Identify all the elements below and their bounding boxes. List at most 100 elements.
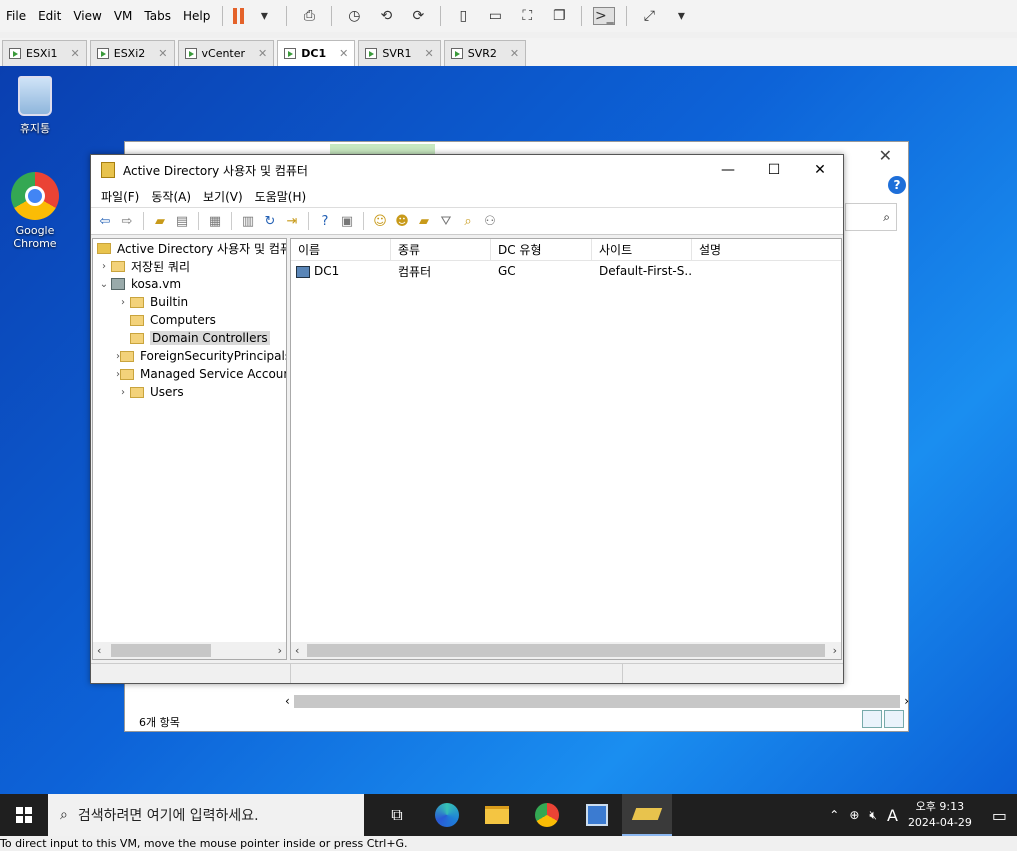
filter-icon[interactable]: ⛛ [436, 211, 456, 231]
find-icon[interactable]: ⌕ [458, 211, 478, 231]
tree-item-domain-controllers[interactable]: Domain Controllers [93, 329, 286, 347]
close-icon[interactable]: ✕ [510, 47, 519, 60]
notification-icon[interactable]: ▭ [992, 806, 1007, 825]
add-to-group-icon[interactable]: ⚇ [480, 211, 500, 231]
search-icon[interactable]: ⌕ [845, 203, 897, 231]
chevron-down-icon[interactable]: ⌄ [97, 279, 111, 290]
tree-horizontal-scrollbar[interactable]: ‹ › [93, 642, 286, 659]
file-explorer-icon[interactable] [472, 794, 522, 836]
network-icon[interactable]: ⊕ [849, 808, 859, 822]
snapshot-manager-icon[interactable]: ⟳ [407, 7, 429, 25]
new-group-icon[interactable]: ☻ [392, 211, 412, 231]
tree-item-foreignsecurityprincipals[interactable]: › ForeignSecurityPrincipals [93, 347, 286, 365]
scroll-left-icon[interactable]: ‹ [285, 694, 290, 708]
close-icon[interactable]: ✕ [879, 146, 892, 165]
fit-guest-icon[interactable]: ⛶ [516, 7, 538, 25]
minimize-icon[interactable]: — [705, 162, 751, 178]
chevron-up-icon[interactable]: ⌃ [829, 808, 839, 822]
ime-indicator[interactable]: A [887, 806, 898, 825]
ad-users-computers-taskbar-icon[interactable] [622, 794, 672, 836]
tab-esxi2[interactable]: ESXi2 ✕ [89, 40, 175, 66]
list-horizontal-scrollbar[interactable]: ‹ › [291, 642, 841, 659]
menu-help[interactable]: Help [177, 9, 216, 23]
chevron-right-icon[interactable]: › [116, 297, 130, 308]
tab-dc1[interactable]: DC1 ✕ [277, 40, 356, 66]
edge-icon[interactable] [422, 794, 472, 836]
scroll-right-icon[interactable]: › [833, 644, 841, 657]
fullscreen-icon[interactable]: ⤢ [638, 7, 660, 25]
chevron-down-icon[interactable]: ▾ [253, 7, 275, 25]
sidebar-toggle-icon[interactable]: ▯ [452, 7, 474, 25]
export-list-icon[interactable]: ⇥ [282, 211, 302, 231]
scroll-right-icon[interactable]: › [904, 694, 909, 708]
new-user-icon[interactable]: ☺ [370, 211, 390, 231]
close-icon[interactable]: ✕ [71, 47, 80, 60]
tree-item-domain[interactable]: ⌄ kosa.vm [93, 275, 286, 293]
show-console-tree-icon[interactable]: ▤ [172, 211, 192, 231]
up-folder-icon[interactable]: ▰ [150, 211, 170, 231]
large-icons-view-icon[interactable] [884, 710, 904, 728]
action-pane-icon[interactable]: ▣ [337, 211, 357, 231]
send-ctrl-alt-del-icon[interactable]: ⎙ [298, 7, 320, 25]
chrome-shortcut[interactable]: Google Chrome [0, 172, 70, 250]
tree-item-saved-queries[interactable]: › 저장된 쿼리 [93, 257, 286, 275]
tree-item-managed-service-accounts[interactable]: › Managed Service Accounts [93, 365, 286, 383]
col-description[interactable]: 설명 [692, 239, 812, 260]
col-site[interactable]: 사이트 [592, 239, 692, 260]
menu-help[interactable]: 도움말(H) [249, 188, 313, 205]
col-dc-type[interactable]: DC 유형 [491, 239, 592, 260]
chevron-right-icon[interactable]: › [97, 261, 111, 272]
close-icon[interactable]: ✕ [797, 162, 843, 178]
pause-icon[interactable] [233, 8, 245, 24]
chevron-right-icon[interactable]: › [116, 387, 130, 398]
refresh-icon[interactable]: ↻ [260, 211, 280, 231]
scroll-left-icon[interactable]: ‹ [291, 644, 299, 657]
recycle-bin-shortcut[interactable]: 휴지통 [0, 76, 70, 136]
menu-view[interactable]: View [67, 9, 107, 23]
close-icon[interactable]: ✕ [339, 47, 348, 60]
back-arrow-icon[interactable]: ⇦ [95, 211, 115, 231]
close-icon[interactable]: ✕ [258, 47, 267, 60]
help-icon[interactable]: ? [315, 211, 335, 231]
scroll-right-icon[interactable]: › [278, 644, 286, 657]
col-name[interactable]: 이름 [291, 239, 391, 260]
revert-snapshot-icon[interactable]: ⟲ [375, 7, 397, 25]
start-button[interactable] [0, 794, 48, 836]
tree-item-builtin[interactable]: › Builtin [93, 293, 286, 311]
col-type[interactable]: 종류 [391, 239, 491, 260]
menu-vm[interactable]: VM [108, 9, 139, 23]
forward-arrow-icon[interactable]: ⇨ [117, 211, 137, 231]
help-icon[interactable]: ? [888, 176, 906, 194]
unity-icon[interactable]: ❐ [548, 7, 570, 25]
clock[interactable]: 오후 9:13 2024-04-29 [908, 799, 972, 831]
close-icon[interactable]: ✕ [425, 47, 434, 60]
menu-file[interactable]: File [0, 9, 32, 23]
properties-icon[interactable]: ▥ [238, 211, 258, 231]
tab-esxi1[interactable]: ESXi1 ✕ [2, 40, 87, 66]
horizontal-scrollbar[interactable]: ‹ › [285, 693, 909, 709]
maximize-icon[interactable]: ☐ [751, 162, 797, 178]
volume-muted-icon[interactable]: 🔇︎ [869, 808, 877, 823]
scroll-left-icon[interactable]: ‹ [93, 644, 101, 657]
chevron-down-icon[interactable]: ▾ [670, 7, 692, 25]
server-manager-icon[interactable] [572, 794, 622, 836]
console-icon[interactable]: >_ [593, 7, 616, 25]
tree-item-computers[interactable]: Computers [93, 311, 286, 329]
table-row[interactable]: DC1 컴퓨터 GC Default-First-S... [291, 261, 841, 281]
close-icon[interactable]: ✕ [158, 47, 167, 60]
details-view-icon[interactable] [862, 710, 882, 728]
menu-tabs[interactable]: Tabs [138, 9, 177, 23]
thumbnail-bar-icon[interactable]: ▭ [484, 7, 506, 25]
chrome-icon[interactable] [522, 794, 572, 836]
new-ou-icon[interactable]: ▰ [414, 211, 434, 231]
menu-action[interactable]: 동작(A) [145, 188, 197, 205]
task-view-icon[interactable]: ⧉ [372, 794, 422, 836]
tree-item-users[interactable]: › Users [93, 383, 286, 401]
tab-vcenter[interactable]: vCenter ✕ [177, 40, 275, 66]
menu-view[interactable]: 보기(V) [197, 188, 249, 205]
tab-svr2[interactable]: SVR2 ✕ [443, 40, 527, 66]
menu-file[interactable]: 파일(F) [95, 188, 145, 205]
menu-edit[interactable]: Edit [32, 9, 67, 23]
clipboard-icon[interactable]: ▦ [205, 211, 225, 231]
tab-svr1[interactable]: SVR1 ✕ [358, 40, 441, 66]
